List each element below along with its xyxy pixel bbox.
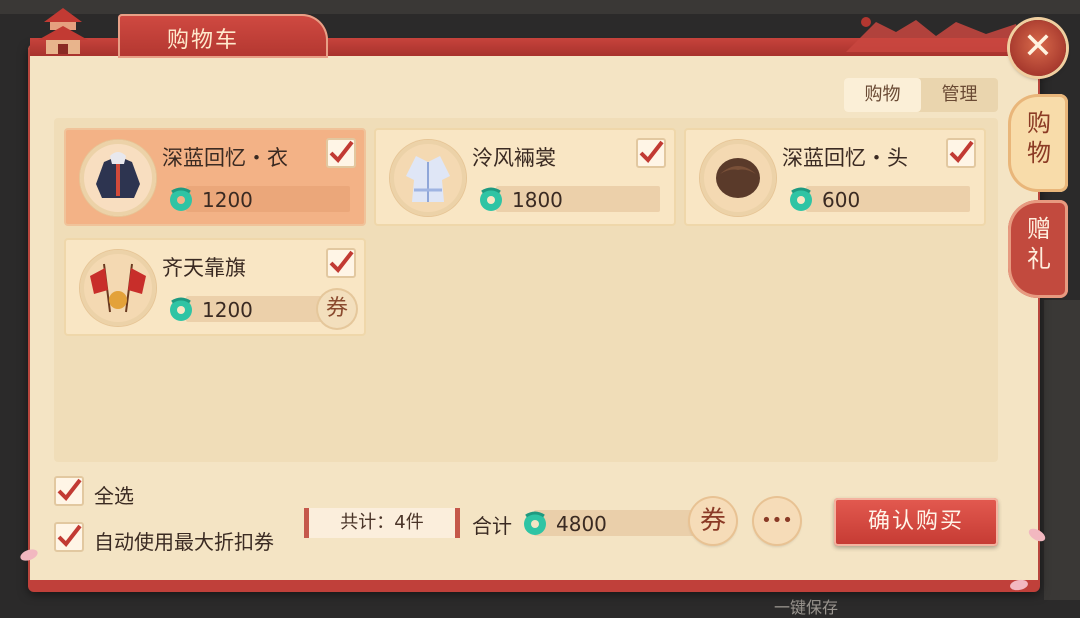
jade-currency-icon bbox=[480, 187, 502, 211]
item-icon-frame bbox=[390, 140, 466, 216]
close-icon: ✕ bbox=[1022, 26, 1054, 67]
total-value: 4800 bbox=[556, 512, 607, 536]
side-tab-label: 购物 bbox=[1027, 109, 1051, 167]
hair-icon bbox=[716, 158, 760, 198]
cart-item-card[interactable]: 深蓝回忆・头 600 bbox=[684, 128, 986, 226]
checkmark-icon bbox=[57, 524, 82, 548]
item-checkbox[interactable] bbox=[636, 138, 666, 168]
item-count: 共计：4件 bbox=[304, 508, 460, 538]
item-price: 1800 bbox=[512, 188, 563, 212]
item-price: 600 bbox=[822, 188, 861, 212]
auto-coupon-row[interactable]: 自动使用最大折扣券 bbox=[54, 522, 294, 556]
item-price: 1200 bbox=[202, 188, 253, 212]
checkmark-icon bbox=[639, 140, 664, 164]
checkmark-icon bbox=[949, 140, 974, 164]
background-bar-right bbox=[1044, 300, 1080, 600]
jade-currency-icon bbox=[170, 187, 192, 211]
dialog-bottom-border bbox=[28, 580, 1040, 592]
item-name: 深蓝回忆・头 bbox=[782, 146, 908, 170]
checkmark-icon bbox=[329, 250, 354, 274]
item-checkbox[interactable] bbox=[946, 138, 976, 168]
item-name: 泠风裲裳 bbox=[472, 146, 556, 170]
horse-decoration-icon bbox=[846, 17, 1022, 52]
cart-item-card[interactable]: 深蓝回忆・衣 1200 bbox=[64, 128, 366, 226]
checkmark-icon bbox=[329, 140, 354, 164]
jade-currency-icon bbox=[524, 511, 546, 535]
toggle-manage[interactable]: 管理 bbox=[921, 78, 998, 112]
background-save-text: 一键保存 bbox=[774, 598, 839, 617]
flag-icon bbox=[90, 263, 146, 313]
confirm-purchase-button[interactable]: 确认购买 bbox=[834, 498, 998, 546]
side-tab-shopping[interactable]: 购物 bbox=[1008, 94, 1068, 192]
robe-icon bbox=[406, 156, 450, 202]
total-label: 合计 bbox=[472, 514, 512, 538]
item-icon-frame bbox=[80, 140, 156, 216]
cart-item-card[interactable]: 泠风裲裳 1800 bbox=[374, 128, 676, 226]
select-all-label: 全选 bbox=[94, 484, 134, 508]
jade-currency-icon bbox=[790, 187, 812, 211]
select-all-checkbox[interactable] bbox=[54, 476, 84, 506]
cart-item-card[interactable]: 齐天靠旗 1200 券 bbox=[64, 238, 366, 336]
item-name: 齐天靠旗 bbox=[162, 256, 246, 280]
select-all-row[interactable]: 全选 bbox=[54, 476, 174, 510]
close-button[interactable]: ✕ bbox=[1010, 20, 1066, 76]
item-checkbox[interactable] bbox=[326, 138, 356, 168]
auto-coupon-checkbox[interactable] bbox=[54, 522, 84, 552]
auto-coupon-label: 自动使用最大折扣券 bbox=[94, 530, 274, 554]
side-tab-label: 赠礼 bbox=[1027, 215, 1051, 273]
jade-currency-icon bbox=[170, 297, 192, 321]
toggle-shopping[interactable]: 购物 bbox=[844, 78, 921, 112]
item-icon-frame bbox=[700, 140, 776, 216]
mode-toggle: 购物 管理 bbox=[844, 78, 998, 112]
checkmark-icon bbox=[57, 478, 82, 502]
item-name: 深蓝回忆・衣 bbox=[162, 146, 288, 170]
pagoda-icon bbox=[38, 8, 88, 54]
item-icon-frame bbox=[80, 250, 156, 326]
coupon-button[interactable]: 券 bbox=[690, 498, 736, 544]
jacket-icon bbox=[96, 152, 140, 198]
side-tab-gift[interactable]: 赠礼 bbox=[1008, 200, 1068, 298]
more-button[interactable]: ••• bbox=[754, 498, 800, 544]
item-price: 1200 bbox=[202, 298, 253, 322]
dialog-title: 购物车 bbox=[166, 28, 239, 53]
item-coupon-button[interactable]: 券 bbox=[318, 290, 356, 328]
item-checkbox[interactable] bbox=[326, 248, 356, 278]
